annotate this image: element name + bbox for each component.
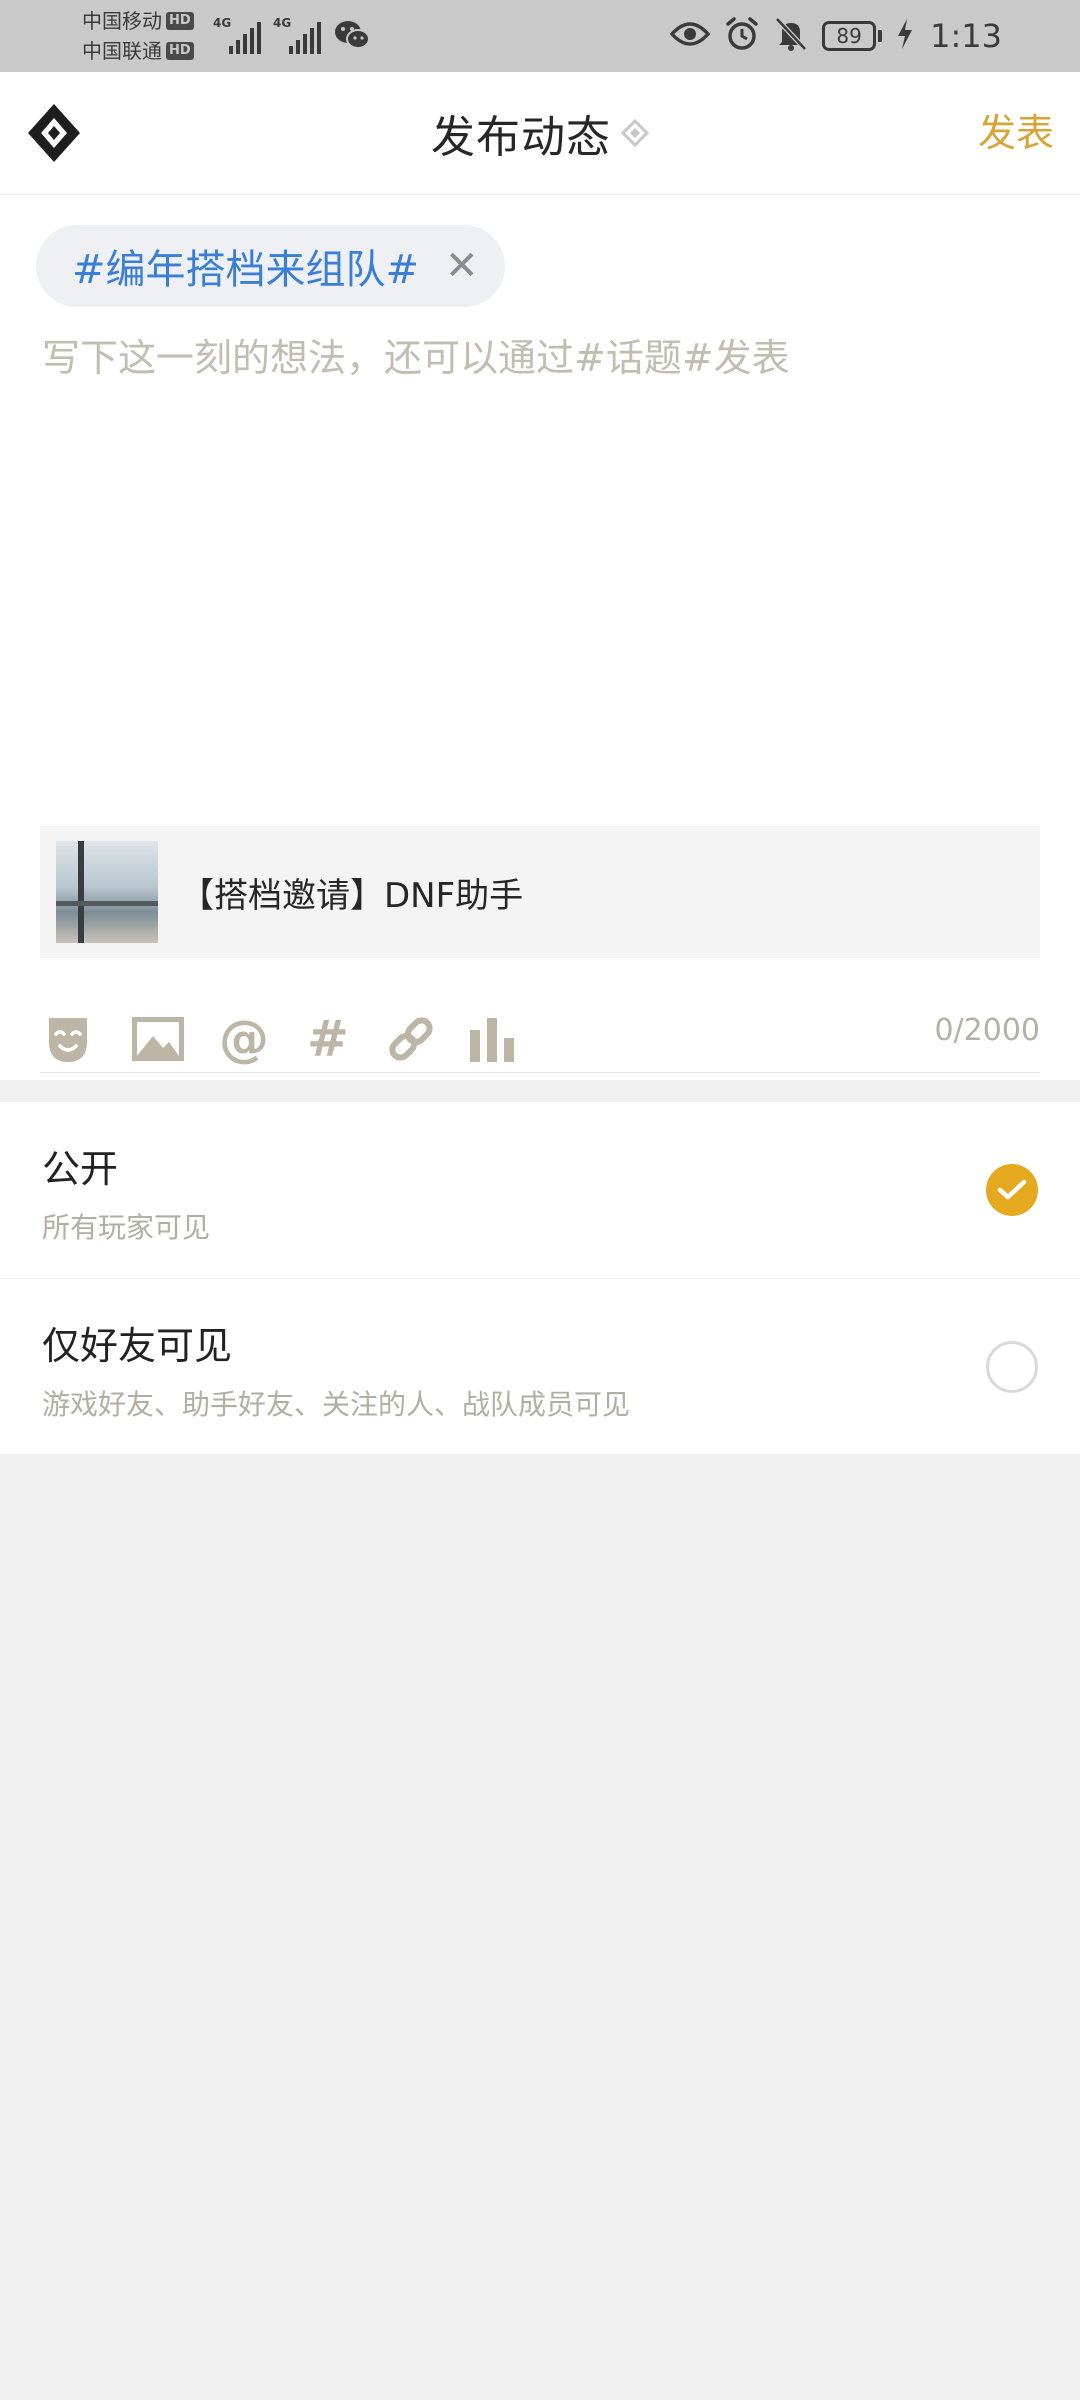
emoji-icon[interactable]	[40, 1011, 96, 1067]
character-count: 0/2000	[934, 1013, 1040, 1048]
carrier-name-1: 中国移动	[82, 9, 162, 33]
header-title-group: 发布动态	[0, 72, 1080, 194]
close-icon[interactable]: ✕	[445, 246, 479, 286]
topic-tag-text: #编年搭档来组队#	[72, 247, 420, 293]
share-card-title: 【搭档邀请】DNF助手	[180, 875, 524, 916]
link-icon[interactable]	[383, 1011, 439, 1067]
topic-hashtag-icon[interactable]: #	[300, 1011, 356, 1067]
bell-off-icon	[774, 16, 808, 56]
hd-badge-2: HD	[166, 42, 194, 60]
signal-icon: 4G	[213, 16, 265, 54]
share-card-thumbnail	[56, 841, 158, 943]
page-title: 发布动态	[431, 112, 611, 163]
visibility-options: 公开 所有玩家可见 仅好友可见 游戏好友、助手好友、关注的人、战队成员可见	[0, 1102, 1080, 1454]
carrier-name-2: 中国联通	[82, 39, 162, 63]
poll-chart-icon[interactable]	[464, 1011, 520, 1067]
wechat-icon	[334, 18, 370, 56]
topic-tag-chip[interactable]: #编年搭档来组队# ✕	[36, 225, 505, 307]
post-content-input[interactable]	[42, 327, 1032, 627]
app-header: 发布动态 发表	[0, 72, 1080, 195]
option-description: 游戏好友、助手好友、关注的人、战队成员可见	[42, 1388, 631, 1421]
hd-badge-1: HD	[166, 12, 194, 30]
compose-toolbar: @ # 0/2000	[40, 1001, 1040, 1073]
compose-panel: #编年搭档来组队# ✕ 【搭档邀请】DNF助手 @ #	[0, 195, 1080, 1080]
status-right-group: 89 1:13	[669, 0, 1002, 72]
mention-icon[interactable]: @	[216, 1011, 272, 1067]
clock: 1:13	[930, 17, 1002, 55]
radio-checked-icon[interactable]	[986, 1164, 1038, 1216]
image-icon[interactable]	[130, 1011, 186, 1067]
eye-icon	[669, 20, 711, 52]
battery-level: 89	[822, 21, 877, 51]
option-description: 所有玩家可见	[42, 1211, 211, 1244]
signal-icon-2: 4G	[273, 16, 325, 54]
publish-button[interactable]: 发表	[978, 72, 1054, 194]
status-bar: 中国移动 HD 中国联通 HD 4G 4G 89 1:13	[0, 0, 1080, 72]
alarm-icon	[724, 16, 760, 56]
visibility-option-public[interactable]: 公开 所有玩家可见	[0, 1102, 1080, 1277]
option-title: 仅好友可见	[42, 1324, 233, 1368]
carrier-info: 中国移动 HD 中国联通 HD	[82, 6, 212, 66]
visibility-option-friends-only[interactable]: 仅好友可见 游戏好友、助手好友、关注的人、战队成员可见	[0, 1278, 1080, 1454]
battery-icon: 89	[822, 21, 883, 51]
mention-glyph: @	[219, 1010, 269, 1068]
hashtag-glyph: #	[307, 1010, 349, 1068]
option-title: 公开	[42, 1147, 119, 1191]
diamond-icon	[620, 118, 650, 151]
charging-icon	[896, 18, 914, 54]
share-card[interactable]: 【搭档邀请】DNF助手	[40, 826, 1040, 958]
radio-unchecked-icon[interactable]	[986, 1341, 1038, 1393]
